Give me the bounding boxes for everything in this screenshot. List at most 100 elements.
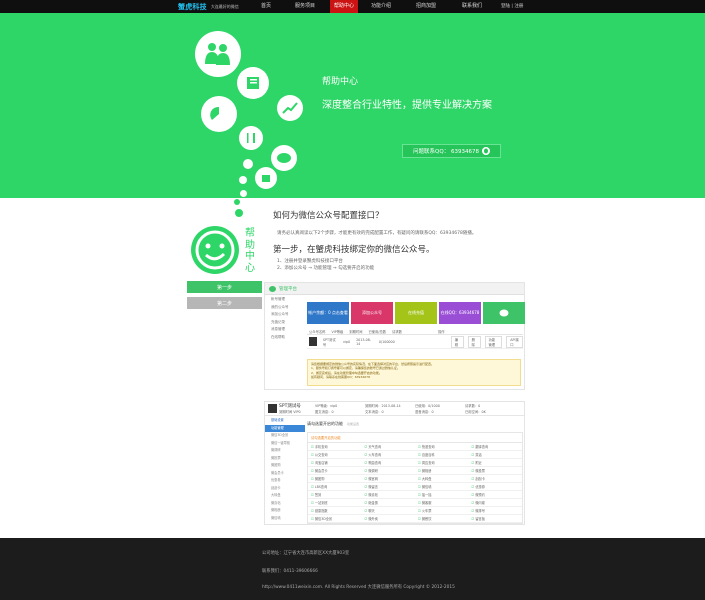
feature-checkbox-item: ☑ 微官网	[362, 475, 416, 483]
column-header: VIP等级	[331, 329, 344, 334]
feature-checkbox-item: ☑ 快递查询	[415, 443, 469, 451]
feature-checkbox-item: ☑ 微问卷	[469, 499, 523, 507]
feature-label: 火车票	[421, 509, 432, 513]
screenshot-feature-management: SPT测试号 到期时间 VIP0 VIP等级：vip0 到期时间：2013-08…	[264, 401, 525, 525]
login-link[interactable]: 登陆	[501, 4, 510, 9]
decor-dot	[234, 199, 240, 205]
feature-checkbox-item: ☑ 手机查询	[308, 443, 362, 451]
help-intro: 请务必认真阅读以下2个步骤，才能更有效的完成配置工作，有疑问的请联系QQ：639…	[277, 231, 477, 236]
feature-checkbox-item: ☑ 微信墙	[415, 483, 469, 491]
account-date: 2013-08-14	[356, 337, 372, 346]
info-item: 已使用：0/1000	[415, 404, 440, 408]
shop-icon	[255, 167, 277, 189]
feature-label: LBS查询	[314, 485, 328, 489]
platform-title: 管理平台	[279, 286, 297, 292]
online-qq-tile: 在线QQ：63934678	[439, 302, 481, 324]
footer-copyright: http://www.0411weixin.com. All Rights Re…	[262, 585, 455, 590]
info-item: VIP等级：vip0	[315, 404, 338, 408]
feature-checkbox-item: ☑ 刮刮卡	[469, 475, 523, 483]
feature-checkbox-item: ☑ 周边查询	[415, 459, 469, 467]
feature-label: 微信墙	[421, 485, 432, 489]
info-item: 语音消息：0	[415, 410, 434, 414]
feature-checkbox-item: ☑ 健康指数	[308, 507, 362, 515]
column-header: 请求数	[392, 329, 402, 334]
nav-item-help[interactable]: 帮助中心	[330, 0, 358, 13]
feature-checkbox-item: ☑ LBS查询	[308, 483, 362, 491]
nav-item-contact[interactable]: 联系我们	[448, 0, 496, 13]
feature-label: 微会员卡	[314, 469, 328, 473]
site-logo[interactable]: 蟹虎科技 大连最好的微信	[178, 1, 239, 12]
api-button: API接口	[506, 335, 524, 348]
feature-label: 微餐饮	[421, 517, 432, 521]
row-actions: 编辑 删除 功能管理 API接口	[450, 335, 524, 348]
checklist-row: ☑ 微团购 ☑ 微官网 ☑ 大转盘 ☑ 刮刮卡	[308, 475, 522, 483]
feature-checkbox-item: ☑ 一站到底	[308, 499, 362, 507]
tab-step-2[interactable]: 第二步	[187, 297, 262, 309]
feature-label: 微团购	[314, 477, 325, 481]
feature-checkbox-item: ☑ 大转盘	[415, 475, 469, 483]
account-count: 0/100000	[378, 339, 395, 344]
feature-checkbox-item: ☑ 微投票	[469, 467, 523, 475]
feature-label: 微相册	[421, 469, 432, 473]
sidebar-item: 微信3D全景	[271, 433, 289, 437]
delete-button: 删除	[467, 335, 481, 348]
sidebar-item: 微会员卡	[271, 470, 284, 475]
feature-checklist: 请勾选要开启的功能 ☑ 手机查询 ☑ 天气查询 ☑ 快递查询 ☑ 翻译查询 ☑ 公交查询…	[307, 432, 523, 524]
table-row: SPT测试号 vip0 2013-08-14 0/100000 编辑 删除 功能…	[307, 335, 524, 349]
feature-checkbox-item: ☑ 微相册	[415, 467, 469, 475]
feature-label: 公交查询	[314, 453, 328, 457]
decor-dot	[243, 159, 253, 169]
sidebar-item: 刮刮卡	[271, 485, 281, 490]
feature-checkbox-item: ☑ 微调研	[362, 467, 416, 475]
help-heading: 如何为微信公众号配置接口？	[273, 211, 384, 221]
sidebar-item: 我的公众号	[271, 304, 289, 309]
wechat-icon	[499, 309, 509, 317]
feature-checkbox-item: ☑ 歌曲查询	[362, 459, 416, 467]
checklist-row: ☑ 一站到底 ☑ 砸金蛋 ☑ 微客服 ☑ 微问卷	[308, 499, 522, 507]
step-item: 1、注册并登录蟹虎科技接口平台	[277, 259, 343, 264]
sidebar-item: 微信一键导航	[271, 440, 291, 445]
feature-checkbox-item: ☑ 微预约	[469, 491, 523, 499]
notice-box: 请您根据要绑定的微信公众号的实际情况，在下面选择对应的平台，然后按照提示进行配置…	[307, 359, 521, 386]
sidebar-item: 功能管理	[265, 424, 305, 432]
qq-contact-button[interactable]: 问题联系QQ： 63934678	[402, 144, 501, 158]
checklist-rows: ☑ 手机查询 ☑ 天气查询 ☑ 快递查询 ☑ 翻译查询 ☑ 公交查询 ☑ 火车查询 ☑ 百度…	[308, 443, 522, 523]
feature-checkbox-item: ☑ 笑话	[469, 451, 523, 459]
feature-label: 健康指数	[314, 509, 328, 513]
feature-checkbox-item: ☑ 天气查询	[362, 443, 416, 451]
register-link[interactable]: 注册	[514, 4, 523, 9]
account-sub: 到期时间 VIP0	[279, 410, 301, 414]
feature-checkbox-item: ☑ 淘宝店铺	[308, 459, 362, 467]
sidebar-item: 基础设置	[271, 418, 284, 422]
feature-label: 优惠券	[475, 485, 485, 489]
feature-label: 聊天	[368, 509, 375, 513]
account-avatar	[268, 404, 277, 413]
trend-icon	[277, 95, 303, 121]
feature-label: 快递查询	[421, 445, 435, 449]
column-header: 到期时间	[349, 329, 363, 334]
info-item: 已用空间：0K	[465, 410, 486, 414]
feature-main-title: 请勾选要开启的功能 功能设置	[307, 421, 359, 427]
feature-checkbox-item: ☑ 微信3D全景	[308, 515, 362, 523]
feature-checkbox-item: ☑ 摇一摇	[415, 491, 469, 499]
account-vip: vip0	[343, 339, 351, 344]
feature-label: 砸金蛋	[368, 501, 378, 505]
feature-checkbox-item: ☑ 微留言	[362, 483, 416, 491]
nav-item-home[interactable]: 首页	[252, 0, 280, 13]
nav-item-services[interactable]: 服务项目	[280, 0, 330, 13]
feature-label: 微预约	[475, 493, 485, 497]
nav-item-franchise[interactable]: 招商加盟	[404, 0, 448, 13]
nav-item-features[interactable]: 功能介绍	[358, 0, 404, 13]
feature-label: 微信3D全景	[314, 517, 333, 521]
wechat-tile	[483, 302, 525, 324]
hero-title: 帮助中心	[322, 77, 359, 87]
checklist-row: ☑ 微信3D全景 ☑ 微外卖 ☑ 微餐饮 ☑ 留言板	[308, 515, 522, 523]
feature-checkbox-item: ☑ 微餐饮	[415, 515, 469, 523]
step-heading: 第一步，在蟹虎科技绑定你的微信公众号。	[273, 245, 435, 255]
hero-subtitle: 深度整合行业特性，提供专业解决方案	[322, 100, 492, 111]
sidebar-item: 微喜帖	[271, 500, 281, 505]
feature-label: 天气查询	[368, 445, 382, 449]
info-item: 图文消息：0	[315, 410, 334, 414]
tab-step-1[interactable]: 第一步	[187, 281, 262, 293]
logo-text: 蟹虎科技	[178, 2, 207, 11]
